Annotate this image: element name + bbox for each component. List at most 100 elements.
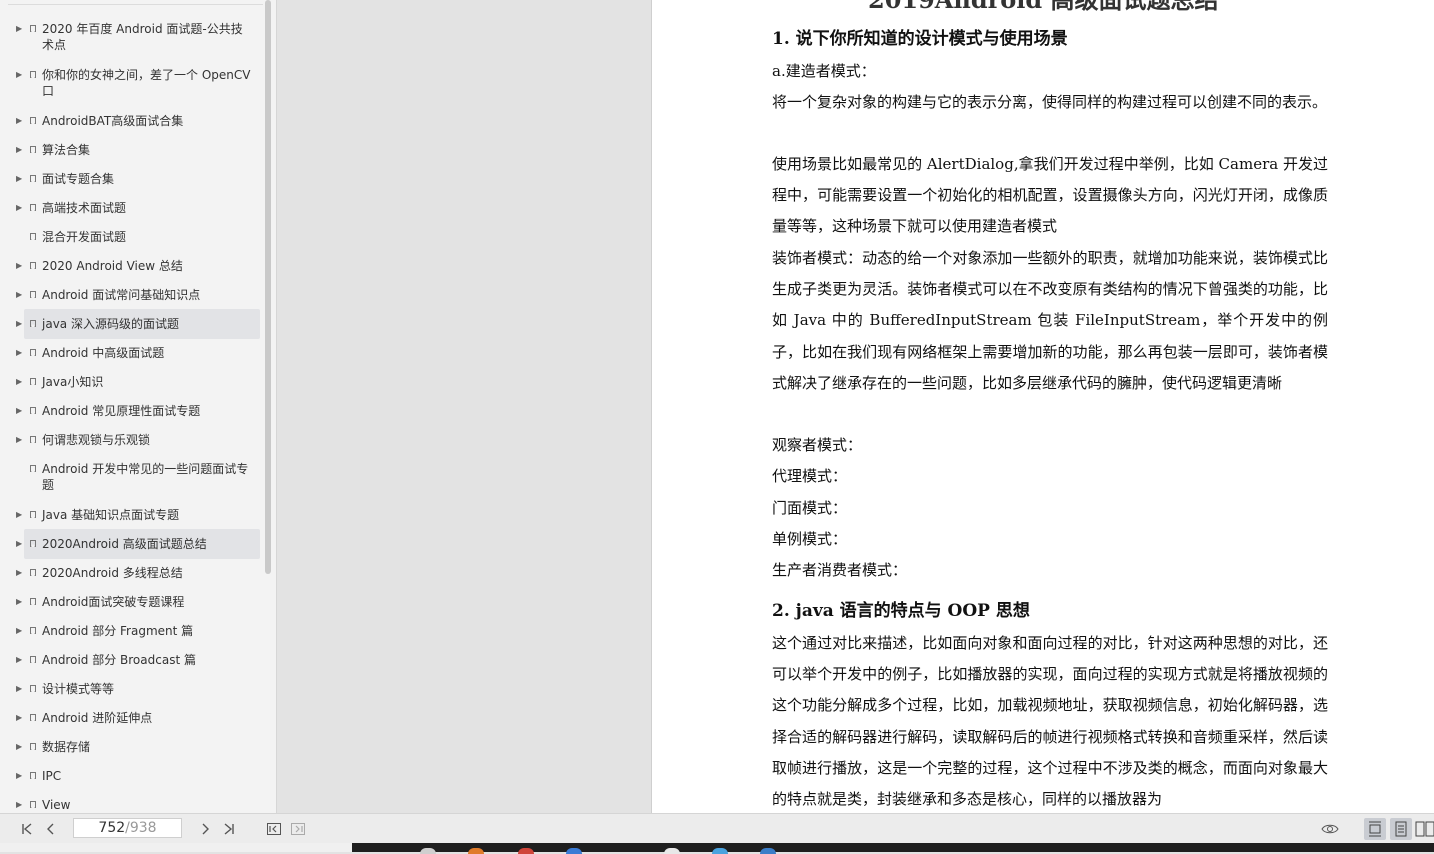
sidebar-bookmark-item[interactable]: ▶ Android面试突破专题课程	[16, 594, 260, 610]
expand-arrow-icon[interactable]: ▶	[16, 316, 24, 332]
sidebar-bookmark-item[interactable]: ▶ Android 部分 Broadcast 篇	[16, 652, 260, 668]
sidebar-bookmark-item[interactable]: ▶ 何谓悲观锁与乐观锁	[16, 432, 260, 448]
sidebar-scrollbar-thumb[interactable]	[265, 0, 271, 574]
expand-arrow-icon[interactable]: ▶	[16, 403, 24, 419]
bookmark-label: 数据存储	[42, 740, 91, 754]
bookmark-label: 你和你的女神之间，差了一个 OpenCV 口	[42, 68, 251, 98]
sidebar-bookmark-item[interactable]: ▶ 2020 年百度 Android 面试题-公共技术点	[16, 21, 260, 53]
document-view[interactable]: 2019Android 高级面试题总结 1. 说下你所知道的设计模式与使用场景 …	[277, 0, 1434, 813]
bookmark-label: 2020 年百度 Android 面试题-公共技术点	[42, 22, 243, 52]
bookmark-icon	[30, 772, 36, 779]
taskbar	[0, 843, 1434, 854]
bookmark-label: Java小知识	[42, 375, 104, 389]
taskbar-app-icon[interactable]	[566, 848, 582, 854]
bookmark-icon	[30, 627, 36, 634]
expand-arrow-icon[interactable]: ▶	[16, 710, 24, 726]
bookmark-label: 算法合集	[42, 143, 91, 157]
expand-arrow-icon[interactable]: ▶	[16, 21, 24, 37]
sidebar-bookmark-item[interactable]: ▶ java 深入源码级的面试题	[16, 309, 260, 339]
bookmark-label: 设计模式等等	[42, 682, 115, 696]
bookmark-icon	[30, 262, 36, 269]
two-page-view-button[interactable]	[1414, 818, 1434, 840]
collapse-sidebar-icon	[267, 823, 281, 835]
expand-arrow-icon[interactable]: ▶	[16, 113, 24, 129]
taskbar-app-icon[interactable]	[712, 848, 728, 854]
sidebar-bookmark-item[interactable]: ▶ Android 部分 Fragment 篇	[16, 623, 260, 639]
expand-arrow-icon[interactable]: ▶	[16, 623, 24, 639]
paragraph-oop: 这个通过对比来描述，比如面向对象和面向过程的对比，针对这两种思想的对比，还可以举…	[772, 634, 1328, 809]
expand-arrow-icon[interactable]: ▶	[16, 142, 24, 158]
bookmark-outline: ▶ 2020 年百度 Android 面试题-公共技术点 ▶ 你和你的女神之间，差了一…	[0, 0, 262, 813]
expand-arrow-icon[interactable]: ▶	[16, 200, 24, 216]
expand-arrow-icon[interactable]: ▶	[16, 67, 24, 83]
expand-sidebar-icon	[291, 823, 305, 835]
sidebar-bookmark-item[interactable]: ▶ 你和你的女神之间，差了一个 OpenCV 口	[16, 67, 260, 99]
sidebar-bookmark-item[interactable]: ▶ Android 中高级面试题	[16, 345, 260, 361]
sidebar-bookmark-item[interactable]: ▶ 面试专题合集	[16, 171, 260, 187]
sidebar-bookmark-item[interactable]: ▶ 2020Android 高级面试题总结	[16, 529, 260, 559]
taskbar-app-icon[interactable]	[760, 848, 776, 854]
next-page-button[interactable]	[197, 821, 213, 837]
expand-arrow-icon[interactable]: ▶	[16, 171, 24, 187]
expand-arrow-icon[interactable]: ▶	[16, 652, 24, 668]
sidebar-bookmark-item[interactable]: ▶ 2020Android 多线程总结	[16, 565, 260, 581]
sidebar-bookmark-item[interactable]: ▶ Android 常见原理性面试专题	[16, 403, 260, 419]
expand-arrow-icon[interactable]: ▶	[16, 345, 24, 361]
bookmark-icon	[30, 146, 36, 153]
sidebar-bookmark-item[interactable]: ▶ Java 基础知识点面试专题	[16, 507, 260, 523]
sidebar-bookmark-item[interactable]: ▶ 算法合集	[16, 142, 260, 158]
expand-arrow-icon[interactable]: ▶	[16, 739, 24, 755]
expand-arrow-icon[interactable]: ▶	[16, 258, 24, 274]
paragraph-builder-usage: 使用场景比如最常见的 AlertDialog,拿我们开发过程中举例，比如 Cam…	[772, 155, 1328, 236]
first-page-button[interactable]	[19, 821, 35, 837]
paragraph-observer: 观察者模式：	[772, 436, 863, 454]
expand-arrow-icon[interactable]: ▶	[16, 768, 24, 784]
bookmark-icon	[30, 407, 36, 414]
expand-arrow-icon[interactable]: ▶	[16, 432, 24, 448]
taskbar-app-icon[interactable]	[468, 848, 484, 854]
taskbar-app-icon[interactable]	[518, 848, 534, 854]
sidebar-bookmark-item[interactable]: ▶ 设计模式等等	[16, 681, 260, 697]
expand-arrow-icon[interactable]: ▶	[16, 536, 24, 552]
sidebar-bookmark-item[interactable]: ▶ View	[16, 797, 260, 813]
expand-sidebar-button[interactable]	[290, 821, 306, 837]
sidebar-scrollbar[interactable]	[264, 0, 272, 813]
sidebar-bookmark-item[interactable]: ▶ 2020 Android View 总结	[16, 258, 260, 274]
section-heading-2: 2. java 语言的特点与 OOP 思想	[772, 601, 1030, 621]
sidebar-bookmark-item[interactable]: ▶ Android 进阶延伸点	[16, 710, 260, 726]
bookmark-icon	[30, 656, 36, 663]
bookmark-label: Android 开发中常见的一些问题面试专题	[42, 462, 249, 492]
page-number-input[interactable]: 752/938	[73, 818, 182, 838]
sidebar-bookmark-item[interactable]: 混合开发面试题	[24, 229, 260, 245]
sidebar-bookmark-item[interactable]: ▶ Java小知识	[16, 374, 260, 390]
bookmark-label: Android 面试常问基础知识点	[42, 288, 201, 302]
expand-arrow-icon[interactable]: ▶	[16, 594, 24, 610]
bookmark-label: AndroidBAT高级面试合集	[42, 114, 184, 128]
sidebar-bookmark-item[interactable]: ▶ AndroidBAT高级面试合集	[16, 113, 260, 129]
bookmark-icon	[30, 685, 36, 692]
taskbar-app-icon[interactable]	[420, 848, 436, 854]
bookmark-icon	[30, 71, 36, 78]
read-mode-button[interactable]	[1321, 821, 1339, 837]
last-page-button[interactable]	[221, 821, 237, 837]
sidebar-bookmark-item[interactable]: ▶ Android 面试常问基础知识点	[16, 287, 260, 303]
expand-arrow-icon[interactable]: ▶	[16, 797, 24, 813]
first-page-icon	[22, 823, 32, 835]
sidebar-bookmark-item[interactable]: Android 开发中常见的一些问题面试专题	[24, 461, 260, 493]
section-heading-1: 1. 说下你所知道的设计模式与使用场景	[772, 29, 1068, 49]
taskbar-search-area[interactable]	[0, 843, 352, 852]
bookmark-icon	[30, 233, 36, 240]
single-page-view-button[interactable]	[1364, 818, 1386, 840]
prev-page-button[interactable]	[43, 821, 59, 837]
sidebar-bookmark-item[interactable]: ▶ 数据存储	[16, 739, 260, 755]
collapse-sidebar-button[interactable]	[266, 821, 282, 837]
sidebar-bookmark-item[interactable]: ▶ 高端技术面试题	[16, 200, 260, 216]
expand-arrow-icon[interactable]: ▶	[16, 681, 24, 697]
expand-arrow-icon[interactable]: ▶	[16, 287, 24, 303]
taskbar-app-icon[interactable]	[664, 848, 680, 854]
expand-arrow-icon[interactable]: ▶	[16, 565, 24, 581]
continuous-page-view-button[interactable]	[1390, 818, 1412, 840]
expand-arrow-icon[interactable]: ▶	[16, 507, 24, 523]
expand-arrow-icon[interactable]: ▶	[16, 374, 24, 390]
sidebar-bookmark-item[interactable]: ▶ IPC	[16, 768, 260, 784]
